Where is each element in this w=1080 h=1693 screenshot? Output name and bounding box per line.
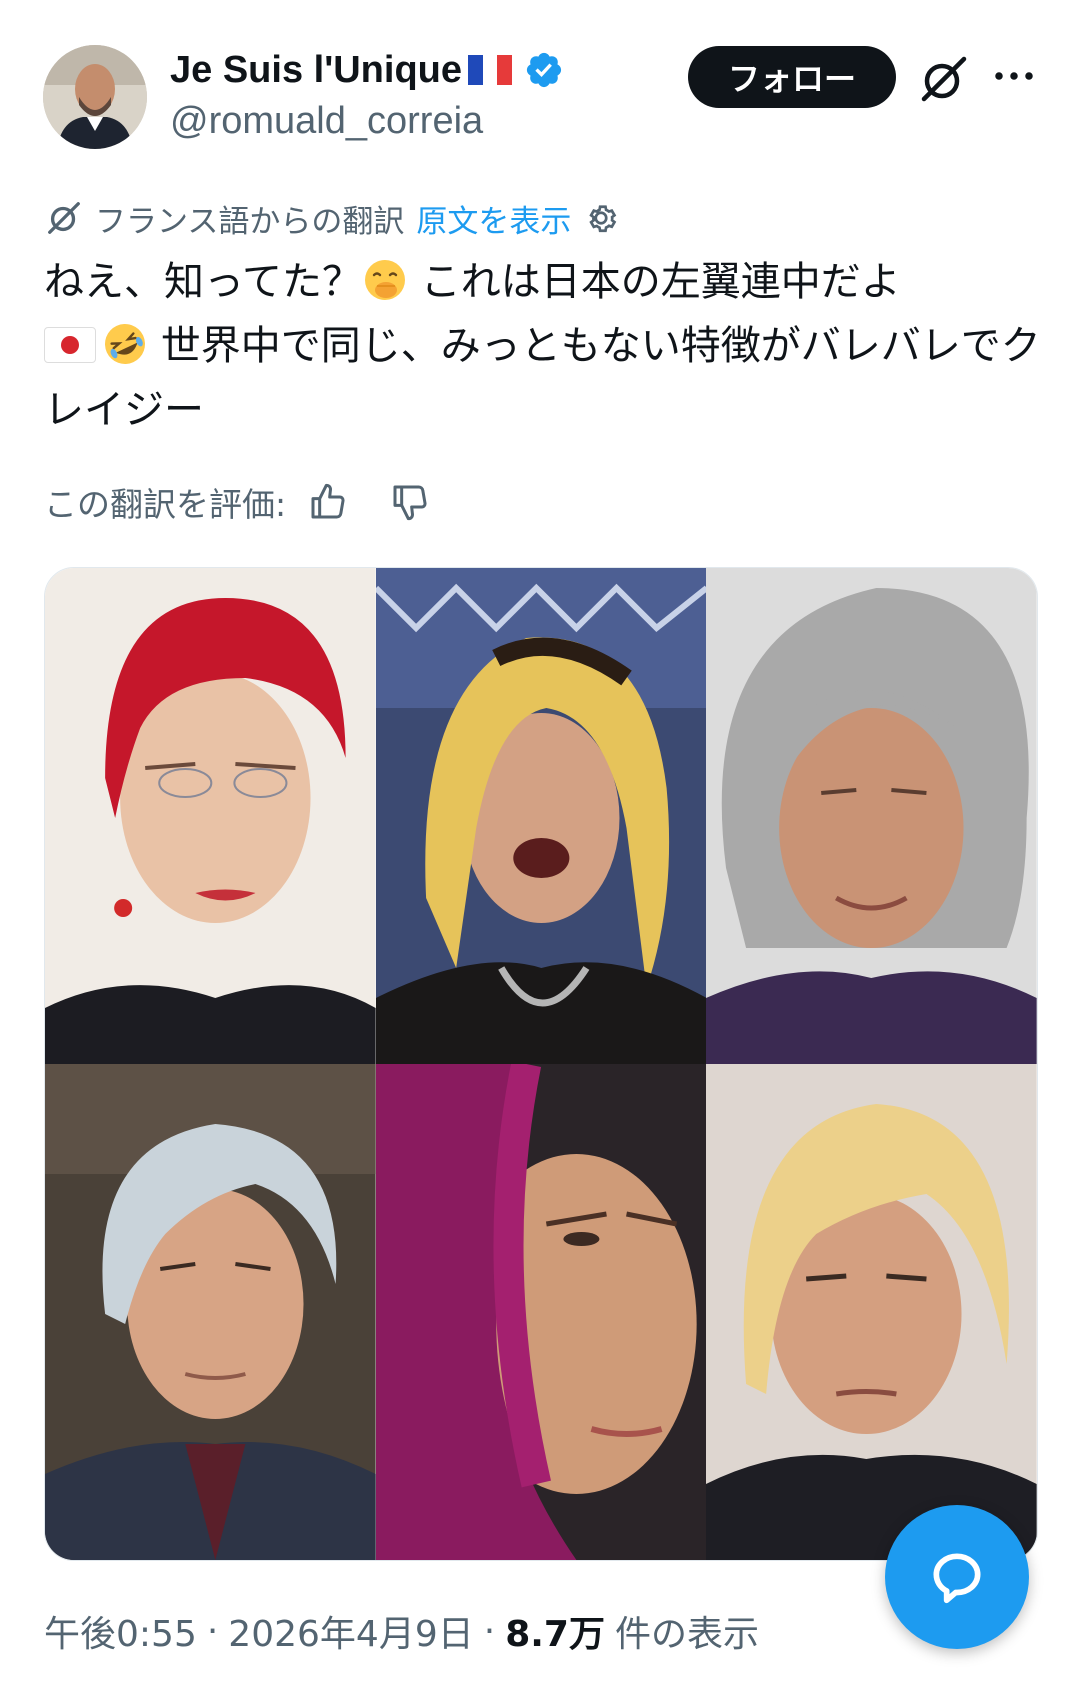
grok-icon[interactable]	[918, 53, 970, 105]
media-photo-5[interactable]	[375, 1064, 707, 1560]
thumbs-up-icon[interactable]	[308, 482, 348, 522]
tweet-text: ねえ、知ってた？ これは日本の左翼連中だよ 世界中で同じ、みっともない特徴がバレ…	[44, 250, 1044, 442]
france-flag-icon	[468, 55, 513, 85]
reply-bubble-icon	[933, 1553, 981, 1604]
reply-fab-button[interactable]	[885, 1505, 1029, 1649]
meta-separator: ·	[206, 1610, 219, 1652]
translate-icon	[48, 202, 80, 234]
avatar[interactable]	[43, 45, 147, 149]
rate-translation: この翻訳を評価:	[44, 478, 430, 526]
tweet-text-part-2: これは日本の左翼連中だよ	[408, 259, 901, 305]
tweet-text-part-3: 世界中で同じ、みっともない特徴がバレバレでクレイジー	[44, 323, 1041, 433]
japan-flag-icon	[44, 327, 96, 363]
translation-notice: フランス語からの翻訳 原文を表示	[45, 196, 619, 240]
verified-badge-icon	[526, 52, 562, 88]
translation-source-label: フランス語からの翻訳	[95, 203, 405, 240]
show-original-link[interactable]: 原文を表示	[416, 196, 571, 241]
tweet-meta: 午後0:55 · 2026年4月9日 · 8.7万 件の表示	[44, 1604, 759, 1658]
rate-translation-label: この翻訳を評価:	[44, 485, 287, 524]
more-icon[interactable]	[990, 56, 1038, 96]
rolling-laughing-emoji-icon	[105, 324, 145, 364]
follow-button[interactable]: フォロー	[688, 46, 896, 108]
display-name[interactable]: Je Suis l'Unique	[170, 46, 564, 94]
media-photo-4[interactable]	[45, 1064, 376, 1560]
tweet-date[interactable]: 2026年4月9日	[228, 1605, 473, 1657]
meta-separator: ·	[483, 1610, 496, 1652]
media-photo-6[interactable]	[706, 1064, 1037, 1560]
display-name-text: Je Suis l'Unique	[170, 48, 462, 91]
settings-gear-icon[interactable]	[583, 200, 619, 236]
media-photo-2[interactable]	[375, 568, 707, 1064]
tweet-time[interactable]: 午後0:55	[44, 1605, 197, 1657]
tweet-text-part-1: ねえ、知ってた？	[44, 259, 362, 305]
media-photo-1[interactable]	[45, 568, 376, 1064]
thumbs-down-icon[interactable]	[390, 482, 430, 522]
views-label: 件の表示	[614, 1614, 759, 1655]
tweet-media-grid[interactable]	[44, 567, 1038, 1561]
media-photo-3[interactable]	[706, 568, 1037, 1064]
user-handle[interactable]: @romuald_correia	[170, 100, 483, 143]
views-count: 8.7万	[505, 1614, 605, 1655]
hand-over-mouth-emoji-icon	[365, 260, 405, 300]
avatar-image	[43, 45, 147, 149]
